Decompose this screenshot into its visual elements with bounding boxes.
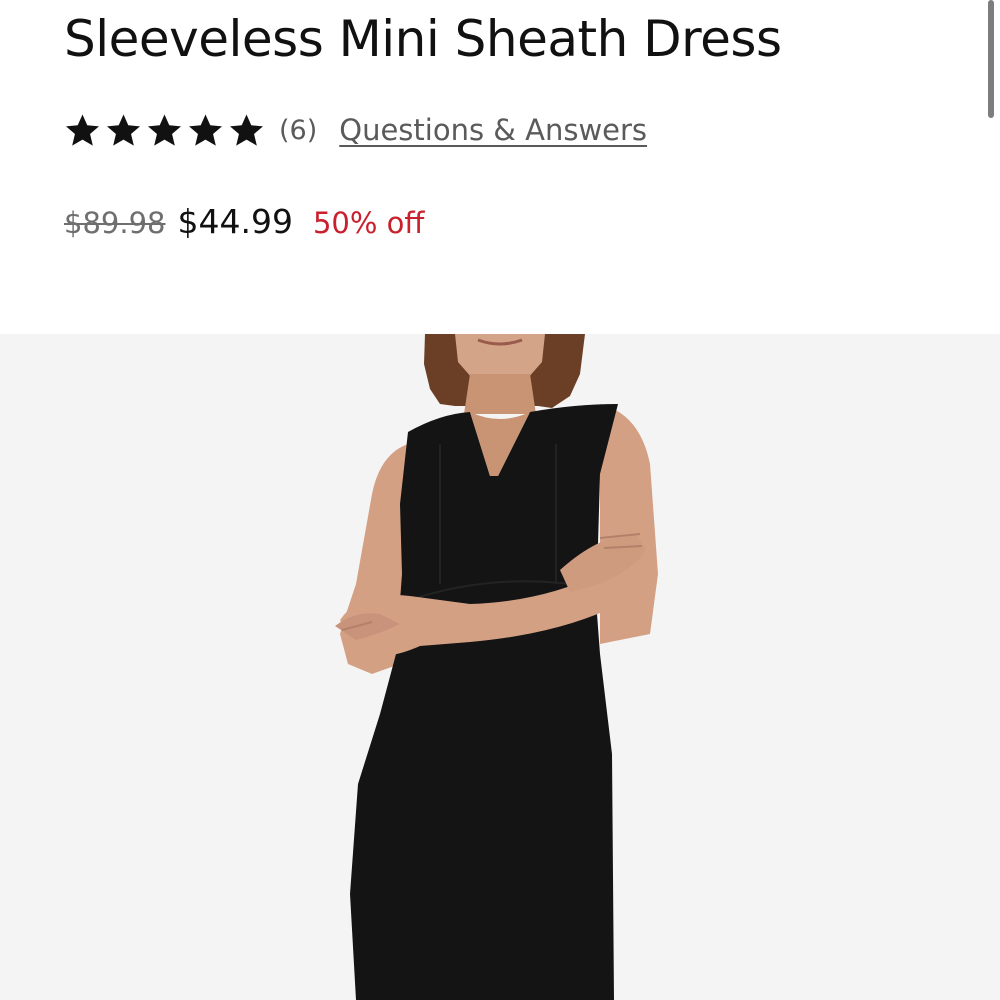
product-title: Sleeveless Mini Sheath Dress	[64, 10, 782, 68]
product-photo-illustration	[0, 334, 1000, 1000]
star-rating[interactable]	[64, 112, 265, 149]
star-icon	[66, 113, 99, 146]
star-icon	[107, 113, 140, 146]
star-icon	[148, 113, 181, 146]
scrollbar-thumb[interactable]	[988, 0, 994, 118]
rating-row: (6) Questions & Answers	[64, 108, 647, 152]
star-icon	[230, 113, 263, 146]
price-row: $89.98 $44.99 50% off	[64, 202, 424, 252]
questions-answers-link[interactable]: Questions & Answers	[339, 113, 647, 147]
discount-badge: 50% off	[312, 206, 425, 240]
product-image[interactable]	[0, 334, 1000, 1000]
review-count[interactable]: (6)	[279, 115, 317, 146]
star-icon	[189, 113, 222, 146]
sale-price: $44.99	[177, 202, 293, 241]
product-detail-page: Sleeveless Mini Sheath Dress (6) Questio…	[0, 0, 1000, 1000]
original-price: $89.98	[64, 206, 166, 240]
